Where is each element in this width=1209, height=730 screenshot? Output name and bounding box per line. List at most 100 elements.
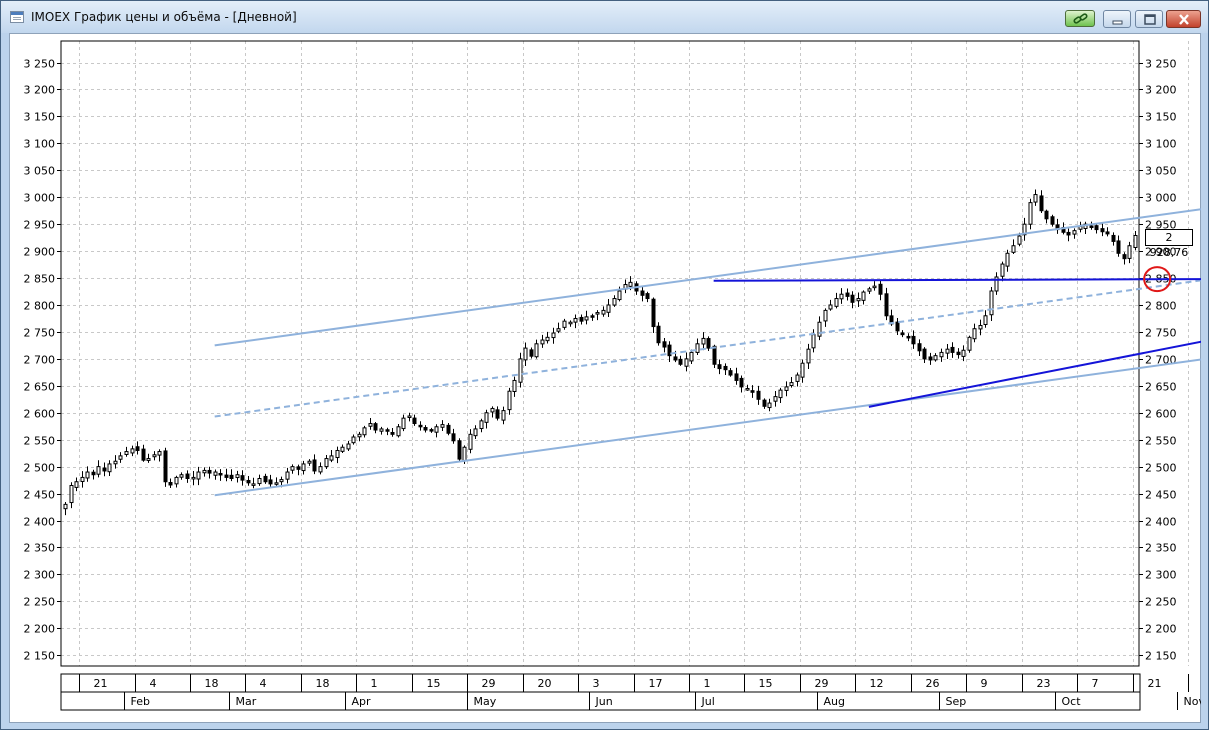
candle	[312, 454, 317, 475]
candle-down	[451, 433, 456, 442]
candle	[390, 427, 395, 437]
candle	[523, 342, 528, 366]
candle	[1022, 217, 1027, 241]
candle-up	[983, 315, 988, 326]
candle-up	[118, 455, 123, 460]
candle-down	[163, 450, 168, 483]
y-label-left: 2 350	[24, 542, 56, 555]
candle-up	[778, 389, 783, 399]
candle	[662, 337, 667, 353]
candle	[179, 472, 184, 480]
y-label-right: 2 250	[1145, 596, 1177, 609]
candle	[579, 314, 584, 325]
candle	[717, 359, 722, 375]
price-chart[interactable]: 2 150 2 150 2 200 2 200 2 250 2 250 2 300 2 300…	[9, 33, 1201, 723]
candle-up	[107, 463, 112, 473]
candle-down	[312, 459, 317, 472]
candle-up	[795, 374, 800, 382]
candle-down	[911, 335, 916, 345]
candle-down	[240, 475, 245, 481]
x-day-label: 1	[704, 677, 711, 690]
y-label-left: 3 000	[24, 192, 56, 205]
candle-down	[385, 429, 390, 432]
candle	[1005, 249, 1010, 272]
candle-up	[202, 469, 207, 474]
candle	[429, 427, 434, 433]
candle-down	[922, 348, 927, 360]
candle-down	[950, 346, 955, 353]
candle	[789, 376, 794, 388]
candle-down	[956, 351, 961, 356]
candle	[839, 288, 844, 304]
minimize-icon	[1112, 20, 1123, 25]
candle-down	[246, 479, 251, 484]
candle	[739, 375, 744, 393]
candle-down	[1100, 228, 1105, 233]
candle-up	[612, 298, 617, 306]
candle-up	[828, 304, 833, 310]
candle-down	[645, 293, 650, 300]
candle	[335, 446, 340, 464]
candle	[285, 467, 290, 484]
candle	[152, 451, 157, 461]
candle-up	[689, 351, 694, 362]
candle	[196, 466, 201, 486]
candle	[163, 447, 168, 487]
candle	[207, 466, 212, 479]
candle-up	[945, 348, 950, 354]
candle	[251, 477, 256, 489]
candle	[490, 406, 495, 418]
x-month-label: Nov	[1184, 695, 1202, 708]
candle	[512, 376, 517, 397]
candle-up	[601, 309, 606, 315]
chart-grid	[61, 41, 1189, 666]
candle	[568, 320, 573, 327]
candle-up	[113, 460, 118, 465]
x-month-label: Feb	[131, 695, 150, 708]
candle	[185, 470, 190, 483]
candle	[800, 359, 805, 383]
candle	[878, 280, 883, 301]
minimize-button[interactable]	[1103, 10, 1131, 28]
x-day-label: 1	[371, 677, 378, 690]
y-label-left: 2 900	[24, 246, 56, 259]
candle	[1072, 228, 1077, 239]
y-label-left: 2 600	[24, 408, 56, 421]
candle	[113, 455, 118, 469]
candle-up	[972, 328, 977, 340]
app-window-icon[interactable]	[10, 11, 24, 23]
candle-up	[340, 446, 345, 452]
candle-up	[989, 290, 994, 316]
candle	[218, 469, 223, 481]
candle-up	[196, 471, 201, 480]
close-icon	[1179, 14, 1189, 25]
y-label-left: 2 850	[24, 273, 56, 286]
close-button[interactable]	[1166, 10, 1201, 28]
candle	[728, 368, 733, 377]
candle-up	[861, 291, 866, 301]
candle	[950, 342, 955, 358]
candle-down	[1094, 225, 1099, 231]
candle-up	[701, 337, 706, 345]
resistance-line	[713, 278, 1201, 282]
candle-up	[606, 304, 611, 313]
maximize-button[interactable]	[1135, 10, 1163, 28]
candle	[945, 344, 950, 359]
candle-up	[251, 483, 256, 486]
y-label-left: 2 250	[24, 596, 56, 609]
title-bar[interactable]: IMOEX График цены и объёма - [Дневной]	[1, 1, 1208, 33]
candle	[651, 297, 656, 334]
candle-up	[1000, 263, 1005, 277]
link-button[interactable]	[1065, 10, 1095, 27]
candle	[551, 327, 556, 344]
candle	[845, 288, 850, 301]
candle	[983, 310, 988, 328]
candle	[451, 428, 456, 444]
candle-up	[523, 347, 528, 361]
x-day-label: 3	[593, 677, 600, 690]
candle	[96, 460, 101, 478]
plot-frame	[60, 40, 1140, 667]
y-label-right: 2 400	[1145, 516, 1177, 529]
candle	[457, 438, 462, 462]
x-month-label: Oct	[1062, 695, 1082, 708]
